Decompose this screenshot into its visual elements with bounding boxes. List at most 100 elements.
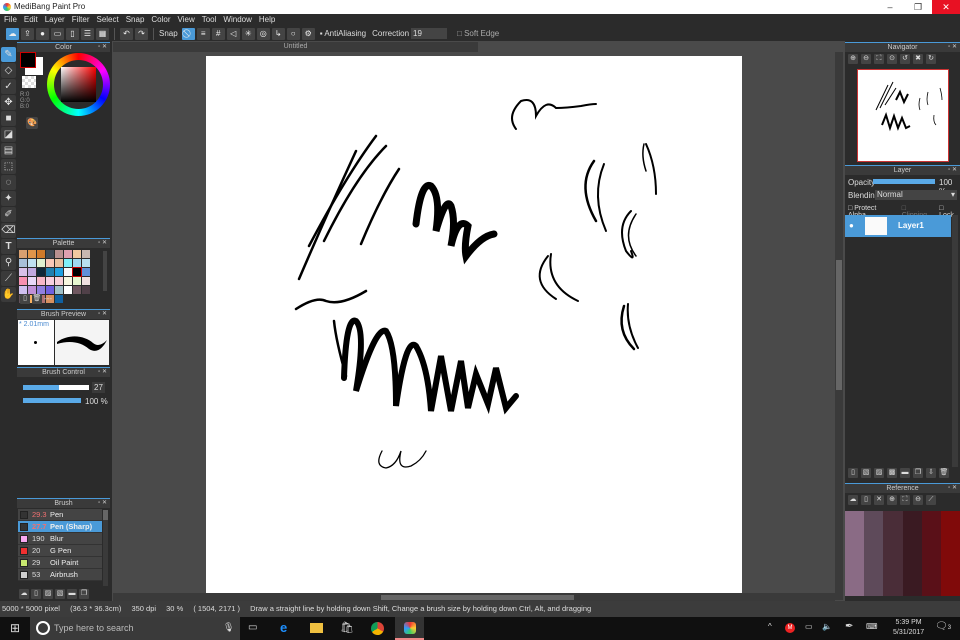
saturation-value-square[interactable] xyxy=(61,67,96,102)
circle-snap-icon[interactable]: ○ xyxy=(287,28,300,40)
palette-scrollbar[interactable] xyxy=(103,251,107,291)
palette-swatch[interactable] xyxy=(73,286,81,294)
flip-icon[interactable]: ✖ xyxy=(913,54,923,64)
reference-eyedropper-icon[interactable]: ⟋ xyxy=(926,495,936,505)
share-icon[interactable]: ⇪ xyxy=(21,28,34,40)
brush-size-slider[interactable] xyxy=(23,385,89,390)
menu-color[interactable]: Color xyxy=(151,14,170,26)
select-tool-icon[interactable]: ⬚ xyxy=(1,159,16,174)
navigator-thumbnail[interactable] xyxy=(857,69,949,162)
new-8bit-layer-icon[interactable]: ▨ xyxy=(874,468,884,478)
palette-swatch[interactable] xyxy=(28,259,36,267)
palette-swatch[interactable] xyxy=(37,277,45,285)
concentric-snap-icon[interactable]: ◎ xyxy=(257,28,270,40)
minimize-button[interactable]: – xyxy=(876,0,904,14)
palette-swatch[interactable] xyxy=(46,250,54,258)
reference-cloud-icon[interactable]: ☁ xyxy=(848,495,858,505)
select-eraser-icon[interactable]: ⌫ xyxy=(1,223,16,238)
palette-swatch[interactable] xyxy=(64,268,72,276)
merge-layer-icon[interactable]: ⇩ xyxy=(926,468,936,478)
close-button[interactable]: ✕ xyxy=(932,0,960,14)
brush-list-scrollbar[interactable] xyxy=(103,510,108,586)
palette-swatch[interactable] xyxy=(82,268,90,276)
brush-item[interactable]: 20G Pen xyxy=(18,545,102,557)
show-hidden-icons[interactable]: ^ xyxy=(768,622,772,631)
transparent-color-swatch[interactable] xyxy=(22,76,36,88)
curve-snap-icon[interactable]: ↳ xyxy=(272,28,285,40)
fill-tool-icon[interactable]: ◪ xyxy=(1,127,16,142)
brush-item[interactable]: 29Oil Paint xyxy=(18,557,102,569)
palette-swatch[interactable] xyxy=(19,286,27,294)
palette-swatch[interactable] xyxy=(64,286,72,294)
magic-wand-icon[interactable]: ✦ xyxy=(1,191,16,206)
palette-swatch[interactable] xyxy=(37,259,45,267)
lasso-tool-icon[interactable]: ◌ xyxy=(1,175,16,190)
antialiasing-checkbox[interactable]: ▪ AntiAliasing xyxy=(320,29,366,38)
task-view-icon[interactable]: ▭ xyxy=(248,622,257,633)
duplicate-layer-icon[interactable]: ❐ xyxy=(913,468,923,478)
palette-icon[interactable]: 🎨 xyxy=(26,117,38,129)
palette-swatch[interactable] xyxy=(19,250,27,258)
brush-size-value[interactable]: 27 xyxy=(92,382,105,393)
layer-opacity-slider[interactable] xyxy=(873,179,935,184)
palette-swatch[interactable] xyxy=(37,250,45,258)
menu-edit[interactable]: Edit xyxy=(24,14,38,26)
reference-image[interactable] xyxy=(845,511,960,596)
select-pen-icon[interactable]: ✐ xyxy=(1,207,16,222)
palette-swatch[interactable] xyxy=(55,286,63,294)
palette-menu-icon[interactable]: --- xyxy=(44,294,52,304)
horizontal-scrollbar[interactable] xyxy=(113,593,835,601)
new-1bit-layer-icon[interactable]: ▩ xyxy=(887,468,897,478)
palette-swatch[interactable] xyxy=(46,259,54,267)
new-halftone-layer-icon[interactable]: ▧ xyxy=(861,468,871,478)
rotate-right-icon[interactable]: ↻ xyxy=(926,54,936,64)
brush-tool-icon[interactable]: ✎ xyxy=(1,47,16,62)
menu-window[interactable]: Window xyxy=(223,14,251,26)
palette-swatch[interactable] xyxy=(55,295,63,303)
microphone-icon[interactable]: 🎙 xyxy=(223,622,234,633)
palette-swatch[interactable] xyxy=(55,277,63,285)
palette-swatch[interactable] xyxy=(55,268,63,276)
drawing-canvas[interactable] xyxy=(206,56,742,593)
parallel-snap-icon[interactable]: ≡ xyxy=(197,28,210,40)
zoom-out-icon[interactable]: ⊖ xyxy=(861,54,871,64)
brush-item[interactable]: 29.3Pen xyxy=(18,509,102,521)
brush-settings-icon[interactable]: ▨ xyxy=(43,589,53,599)
palette-swatch[interactable] xyxy=(19,259,27,267)
shape-tool-icon[interactable]: ■ xyxy=(1,111,16,126)
menu-filter[interactable]: Filter xyxy=(72,14,90,26)
redo-icon[interactable]: ↷ xyxy=(135,28,148,40)
palette-swatch[interactable] xyxy=(37,286,45,294)
gradient-tool-icon[interactable]: ▤ xyxy=(1,143,16,158)
menu-help[interactable]: Help xyxy=(259,14,275,26)
palette-swatch[interactable] xyxy=(46,277,54,285)
divide-tool-icon[interactable]: ⚲ xyxy=(1,255,16,270)
layer-folder-icon[interactable]: ▬ xyxy=(900,468,910,478)
palette-swatch[interactable] xyxy=(73,259,81,267)
undo-icon[interactable]: ↶ xyxy=(120,28,133,40)
palette-swatch[interactable] xyxy=(46,286,54,294)
snap-settings-icon[interactable]: ⚙ xyxy=(302,28,315,40)
foreground-color-swatch[interactable] xyxy=(20,52,36,68)
medibang-taskbar-button[interactable] xyxy=(395,617,424,640)
menu-view[interactable]: View xyxy=(178,14,195,26)
soft-edge-checkbox[interactable]: □ Soft Edge xyxy=(457,29,499,38)
palette-swatch[interactable] xyxy=(28,268,36,276)
zoom-in-icon[interactable]: ⊕ xyxy=(848,54,858,64)
windows-start-icon[interactable]: ⊞ xyxy=(0,617,30,640)
menu-tool[interactable]: Tool xyxy=(202,14,217,26)
palette-swatch[interactable] xyxy=(64,259,72,267)
vanishing-snap-icon[interactable]: ◁ xyxy=(227,28,240,40)
battery-icon[interactable]: ▭ xyxy=(805,622,813,631)
palette-swatch[interactable] xyxy=(82,250,90,258)
folder-icon[interactable]: ▬ xyxy=(67,589,77,599)
reference-zoom-in-icon[interactable]: ⊕ xyxy=(887,495,897,505)
action-center-icon[interactable]: 🗨3 xyxy=(935,621,951,632)
rotate-left-icon[interactable]: ↺ xyxy=(900,54,910,64)
reference-open-icon[interactable]: ▯ xyxy=(861,495,871,505)
cloud-icon[interactable]: ☁ xyxy=(6,28,19,40)
palette-swatch[interactable] xyxy=(37,268,45,276)
palette-swatch[interactable] xyxy=(28,277,36,285)
new-brush-icon[interactable]: ▯ xyxy=(31,589,41,599)
palette-swatch[interactable] xyxy=(64,250,72,258)
